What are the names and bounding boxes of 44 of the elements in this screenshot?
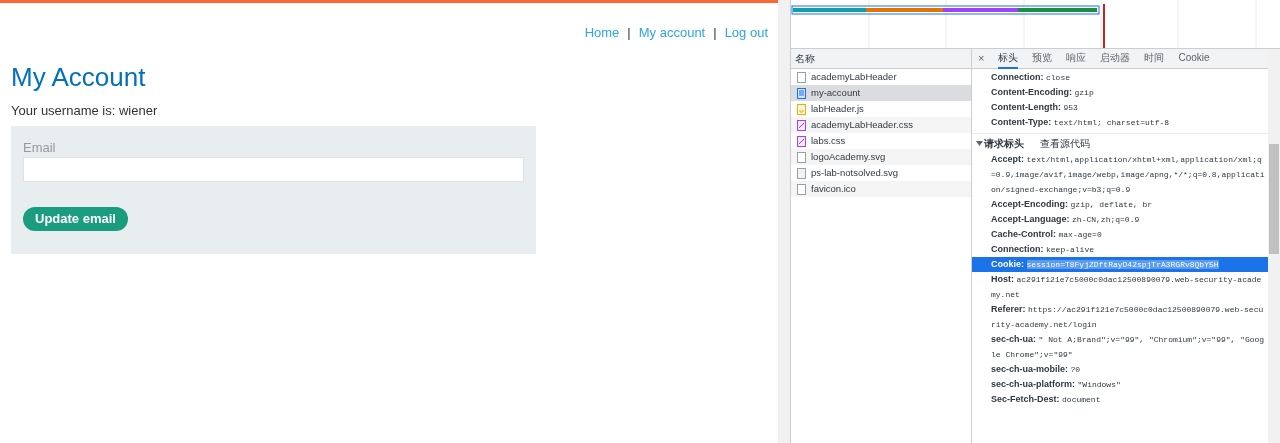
- file-row[interactable]: logoAcademy.svg: [791, 149, 971, 165]
- header-row[interactable]: sec-ch-ua-platform: "Windows": [972, 377, 1268, 392]
- detail-tab[interactable]: Cookie: [1178, 48, 1210, 69]
- file-row[interactable]: my-account: [791, 85, 971, 101]
- document-icon: [797, 71, 806, 83]
- detail-tab[interactable]: 启动器: [1100, 48, 1131, 69]
- caret-icon: [976, 139, 983, 147]
- document-icon: [797, 183, 806, 195]
- scrollbar-thumb[interactable]: [1269, 144, 1279, 254]
- header-row[interactable]: Cookie: session=T8FyjZDftRayD42spjTrA3RGRv8QbY5H: [972, 257, 1268, 272]
- header-row[interactable]: Cache-Control: max-age=0: [972, 227, 1268, 242]
- nav-separator: |: [627, 24, 631, 42]
- header-row[interactable]: Content-Encoding: gzip: [972, 85, 1268, 100]
- header-row[interactable]: Accept-Language: zh-CN,zh;q=0.9: [972, 212, 1268, 227]
- header-row[interactable]: Connection: close: [972, 70, 1268, 85]
- stylesheet-icon: [797, 135, 806, 147]
- script-file-icon: [797, 103, 806, 115]
- header-row[interactable]: Connection: keep-alive: [972, 242, 1268, 257]
- header-row[interactable]: Referer: https://ac291f121e7c5000c0dac12500890079.web-security-academy.net/login: [972, 302, 1268, 332]
- header-row[interactable]: Content-Length: 953: [972, 100, 1268, 115]
- detail-tab[interactable]: 预览: [1032, 48, 1053, 69]
- nav-separator: |: [713, 24, 717, 42]
- header-row[interactable]: sec-ch-ua: " Not A;Brand";v="99", "Chromium";v="99", "Google Chrome";v="99": [972, 332, 1268, 362]
- email-label: Email: [23, 140, 57, 155]
- name-column-header: 名称: [791, 49, 971, 69]
- close-icon[interactable]: ×: [978, 50, 985, 67]
- image-file-icon: [797, 167, 806, 179]
- file-row[interactable]: academyLabHeader.css: [791, 117, 971, 133]
- detail-tab[interactable]: 响应: [1066, 48, 1087, 69]
- header-row[interactable]: Sec-Fetch-Dest: document: [972, 392, 1268, 407]
- view-source-link[interactable]: 查看源代码: [1040, 135, 1090, 151]
- request-headers-toggle[interactable]: 请求标头: [976, 135, 1024, 151]
- detail-tab[interactable]: 时间: [1144, 48, 1165, 69]
- file-row[interactable]: favicon.ico: [791, 181, 971, 197]
- page-title: My Account: [11, 60, 147, 93]
- email-input[interactable]: [23, 157, 524, 182]
- stylesheet-icon: [797, 119, 806, 131]
- header-row[interactable]: Accept-Encoding: gzip, deflate, br: [972, 197, 1268, 212]
- header-row[interactable]: Content-Type: text/html; charset=utf-8: [972, 115, 1268, 130]
- header-row[interactable]: sec-ch-ua-mobile: ?0: [972, 362, 1268, 377]
- username-text: Your username is: wiener: [11, 101, 159, 120]
- detail-tab[interactable]: 标头: [998, 48, 1019, 69]
- image-file-icon: [797, 151, 806, 163]
- document-icon: [797, 87, 806, 99]
